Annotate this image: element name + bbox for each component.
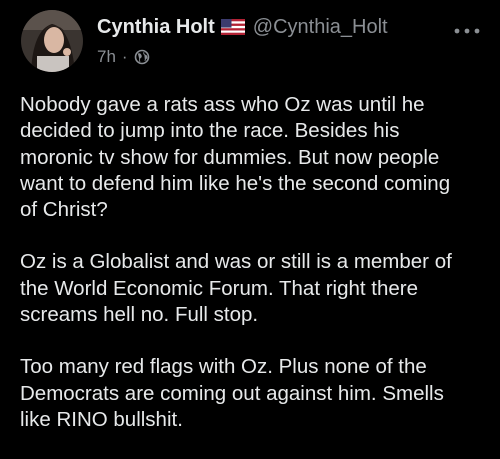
globe-icon — [134, 49, 150, 65]
avatar-image — [21, 10, 83, 72]
post-text-line: Democrats are coming out against him. Sm… — [20, 381, 444, 405]
post-card: Cynthia Holt @Cynthia_Holt 7h · Nobody g… — [0, 0, 500, 450]
post-text-line: Oz is a Globalist and was or still is a … — [20, 250, 452, 274]
post-paragraph-3: Too many red flags with Oz. Plus none of… — [20, 354, 492, 433]
post-header: Cynthia Holt @Cynthia_Holt — [97, 14, 388, 40]
post-text-line: moronic tv show for dummies. But now peo… — [20, 145, 440, 169]
post-paragraph-2: Oz is a Globalist and was or still is a … — [20, 249, 492, 328]
avatar[interactable] — [21, 10, 83, 72]
post-text-line: the World Economic Forum. That right the… — [20, 276, 419, 300]
display-name[interactable]: Cynthia Holt — [97, 16, 215, 39]
post-meta: 7h · — [97, 46, 150, 68]
post-text-line: decided to jump into the race. Besides h… — [20, 119, 400, 143]
meta-separator: · — [121, 47, 128, 66]
post-paragraph-1: Nobody gave a rats ass who Oz was until … — [20, 92, 492, 223]
post-text-line: of Christ? — [20, 198, 108, 222]
post-text-line: Nobody gave a rats ass who Oz was until … — [20, 93, 425, 116]
post-time[interactable]: 7h — [97, 47, 116, 67]
post-text-line: Too many red flags with Oz. Plus none of… — [20, 355, 427, 379]
post-text-line: like RINO bullshit. — [20, 407, 183, 431]
post-text-line: screams hell no. Full stop. — [20, 303, 259, 327]
post-text-line: want to defend him like he's the second … — [20, 171, 451, 195]
user-handle[interactable]: @Cynthia_Holt — [253, 16, 388, 39]
post-body: Nobody gave a rats ass who Oz was until … — [20, 92, 492, 459]
us-flag-icon — [220, 19, 245, 35]
more-dots-icon[interactable] — [452, 24, 482, 38]
